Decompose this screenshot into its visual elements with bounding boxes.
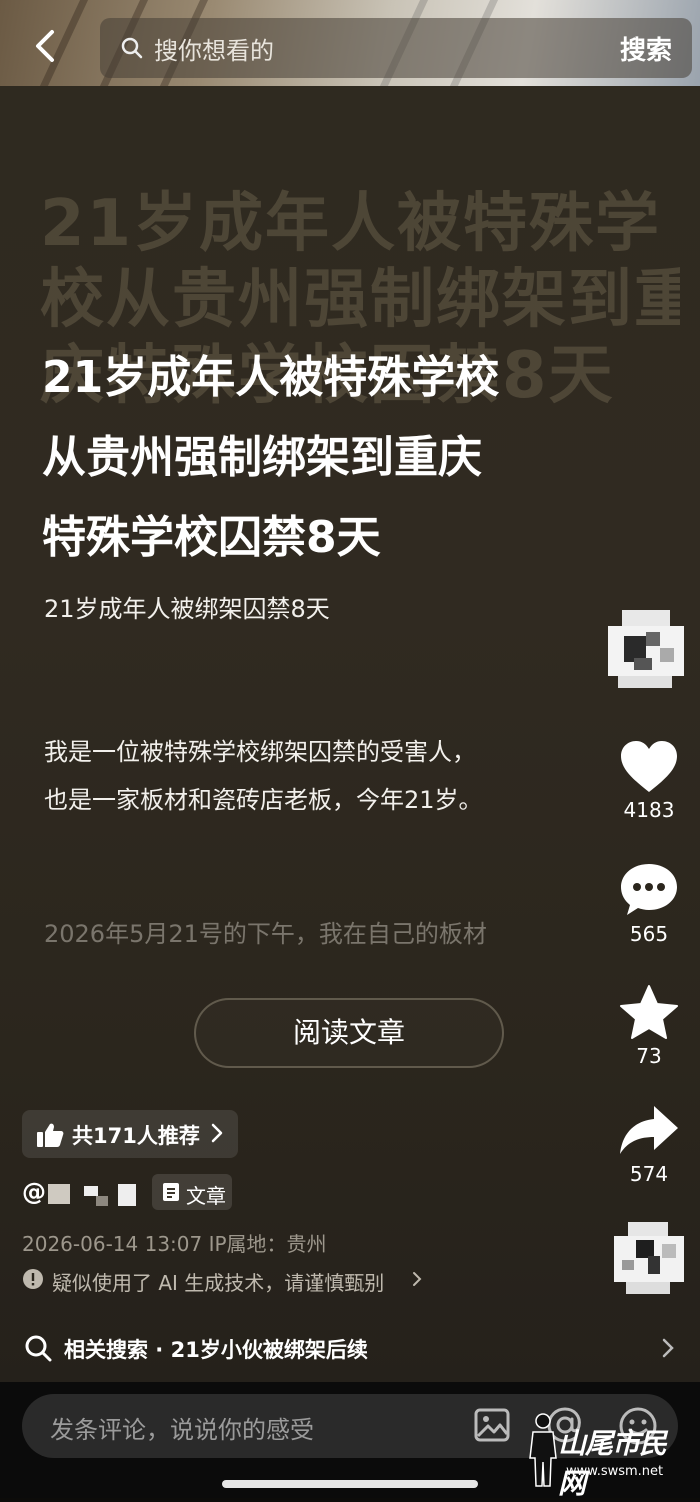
excerpt-line: 也是一家板材和瓷砖店老板，今年21岁。 [44, 786, 483, 814]
search-icon [121, 37, 143, 59]
share-action[interactable]: 574 [604, 1104, 694, 1186]
comment-count: 565 [629, 922, 669, 946]
bottom-bar: 发条评论，说说你的感受 山尾市民网 www.swsm.net [0, 1382, 700, 1500]
comment-placeholder: 发条评论，说说你的感受 [50, 1416, 314, 1444]
article-tag: 文章 [152, 1174, 232, 1210]
share-arrow-icon [620, 1106, 678, 1154]
back-button[interactable] [30, 28, 60, 64]
watermark-url: www.swsm.net [566, 1464, 664, 1479]
author-at-sign: @ [22, 1178, 46, 1206]
music-disc-avatar[interactable] [608, 1220, 690, 1296]
person-silhouette-logo [529, 1413, 557, 1487]
favorite-count: 73 [636, 1044, 662, 1068]
recommend-chip[interactable]: 共171人推荐 [22, 1110, 238, 1158]
author-avatar[interactable] [604, 608, 688, 692]
related-search-label: 相关搜索 · 21岁小伙被绑架后续 [64, 1338, 368, 1362]
share-count: 574 [629, 1162, 669, 1186]
related-search[interactable]: 相关搜索 · 21岁小伙被绑架后续 [0, 1316, 700, 1378]
article-title: 21岁成年人被特殊学校 从贵州强制绑架到重庆 特殊学校囚禁8天 [42, 338, 602, 578]
search-icon [25, 1335, 52, 1362]
article-subtitle: 21岁成年人被绑架囚禁8天 [44, 595, 330, 623]
article-excerpt: 我是一位被特殊学校绑架囚禁的受害人， 也是一家板材和瓷砖店老板，今年21岁。 [44, 728, 483, 824]
article-tag-label: 文章 [186, 1184, 226, 1208]
watermark: 山尾市民网 www.swsm.net [526, 1412, 692, 1500]
watermark-name: 山尾市民网 [558, 1427, 667, 1500]
read-article-button[interactable]: 阅读文章 [194, 998, 504, 1068]
top-bar: 搜你想看的 搜索 [0, 0, 700, 86]
title-echo-line: 校从贵州强制绑架到重 [40, 263, 680, 337]
chevron-right-icon [662, 1338, 674, 1358]
title-line: 从贵州强制绑架到重庆 [42, 432, 482, 483]
comment-bubble-icon [621, 864, 677, 915]
search-bar[interactable]: 搜你想看的 搜索 [100, 18, 692, 78]
like-count: 4183 [623, 798, 675, 822]
star-icon [620, 985, 678, 1039]
document-icon [163, 1183, 179, 1201]
pixelated-username [96, 1196, 108, 1206]
warning-icon [23, 1269, 43, 1289]
ai-warning-text: 疑似使用了 AI 生成技术，请谨慎甄别 [52, 1271, 385, 1295]
excerpt-line: 我是一位被特殊学校绑架囚禁的受害人， [44, 738, 476, 766]
chevron-right-icon [413, 1272, 422, 1286]
thumbs-up-icon [37, 1123, 64, 1147]
excerpt-faded-line: 2026年5月21号的下午，我在自己的板材 [44, 920, 487, 948]
pixelated-username [84, 1186, 98, 1196]
title-line: 特殊学校囚禁8天 [42, 512, 381, 563]
pixelated-username [48, 1184, 70, 1204]
search-placeholder: 搜你想看的 [154, 37, 274, 65]
image-icon[interactable] [474, 1408, 510, 1442]
chevron-left-icon [36, 30, 54, 62]
chevron-right-icon [211, 1123, 223, 1143]
heart-icon [621, 741, 677, 792]
home-indicator [222, 1480, 478, 1488]
pixelated-username [118, 1184, 136, 1206]
title-echo-line: 21岁成年人被特殊学 [40, 187, 662, 261]
like-action[interactable]: 4183 [604, 740, 694, 822]
recommend-label: 共171人推荐 [72, 1124, 200, 1148]
comment-action[interactable]: 565 [604, 862, 694, 946]
title-line: 21岁成年人被特殊学校 [42, 352, 500, 403]
favorite-action[interactable]: 73 [604, 984, 694, 1068]
search-button[interactable]: 搜索 [620, 30, 672, 67]
post-meta: 2026-06-14 13:07 IP属地：贵州 [22, 1232, 327, 1256]
